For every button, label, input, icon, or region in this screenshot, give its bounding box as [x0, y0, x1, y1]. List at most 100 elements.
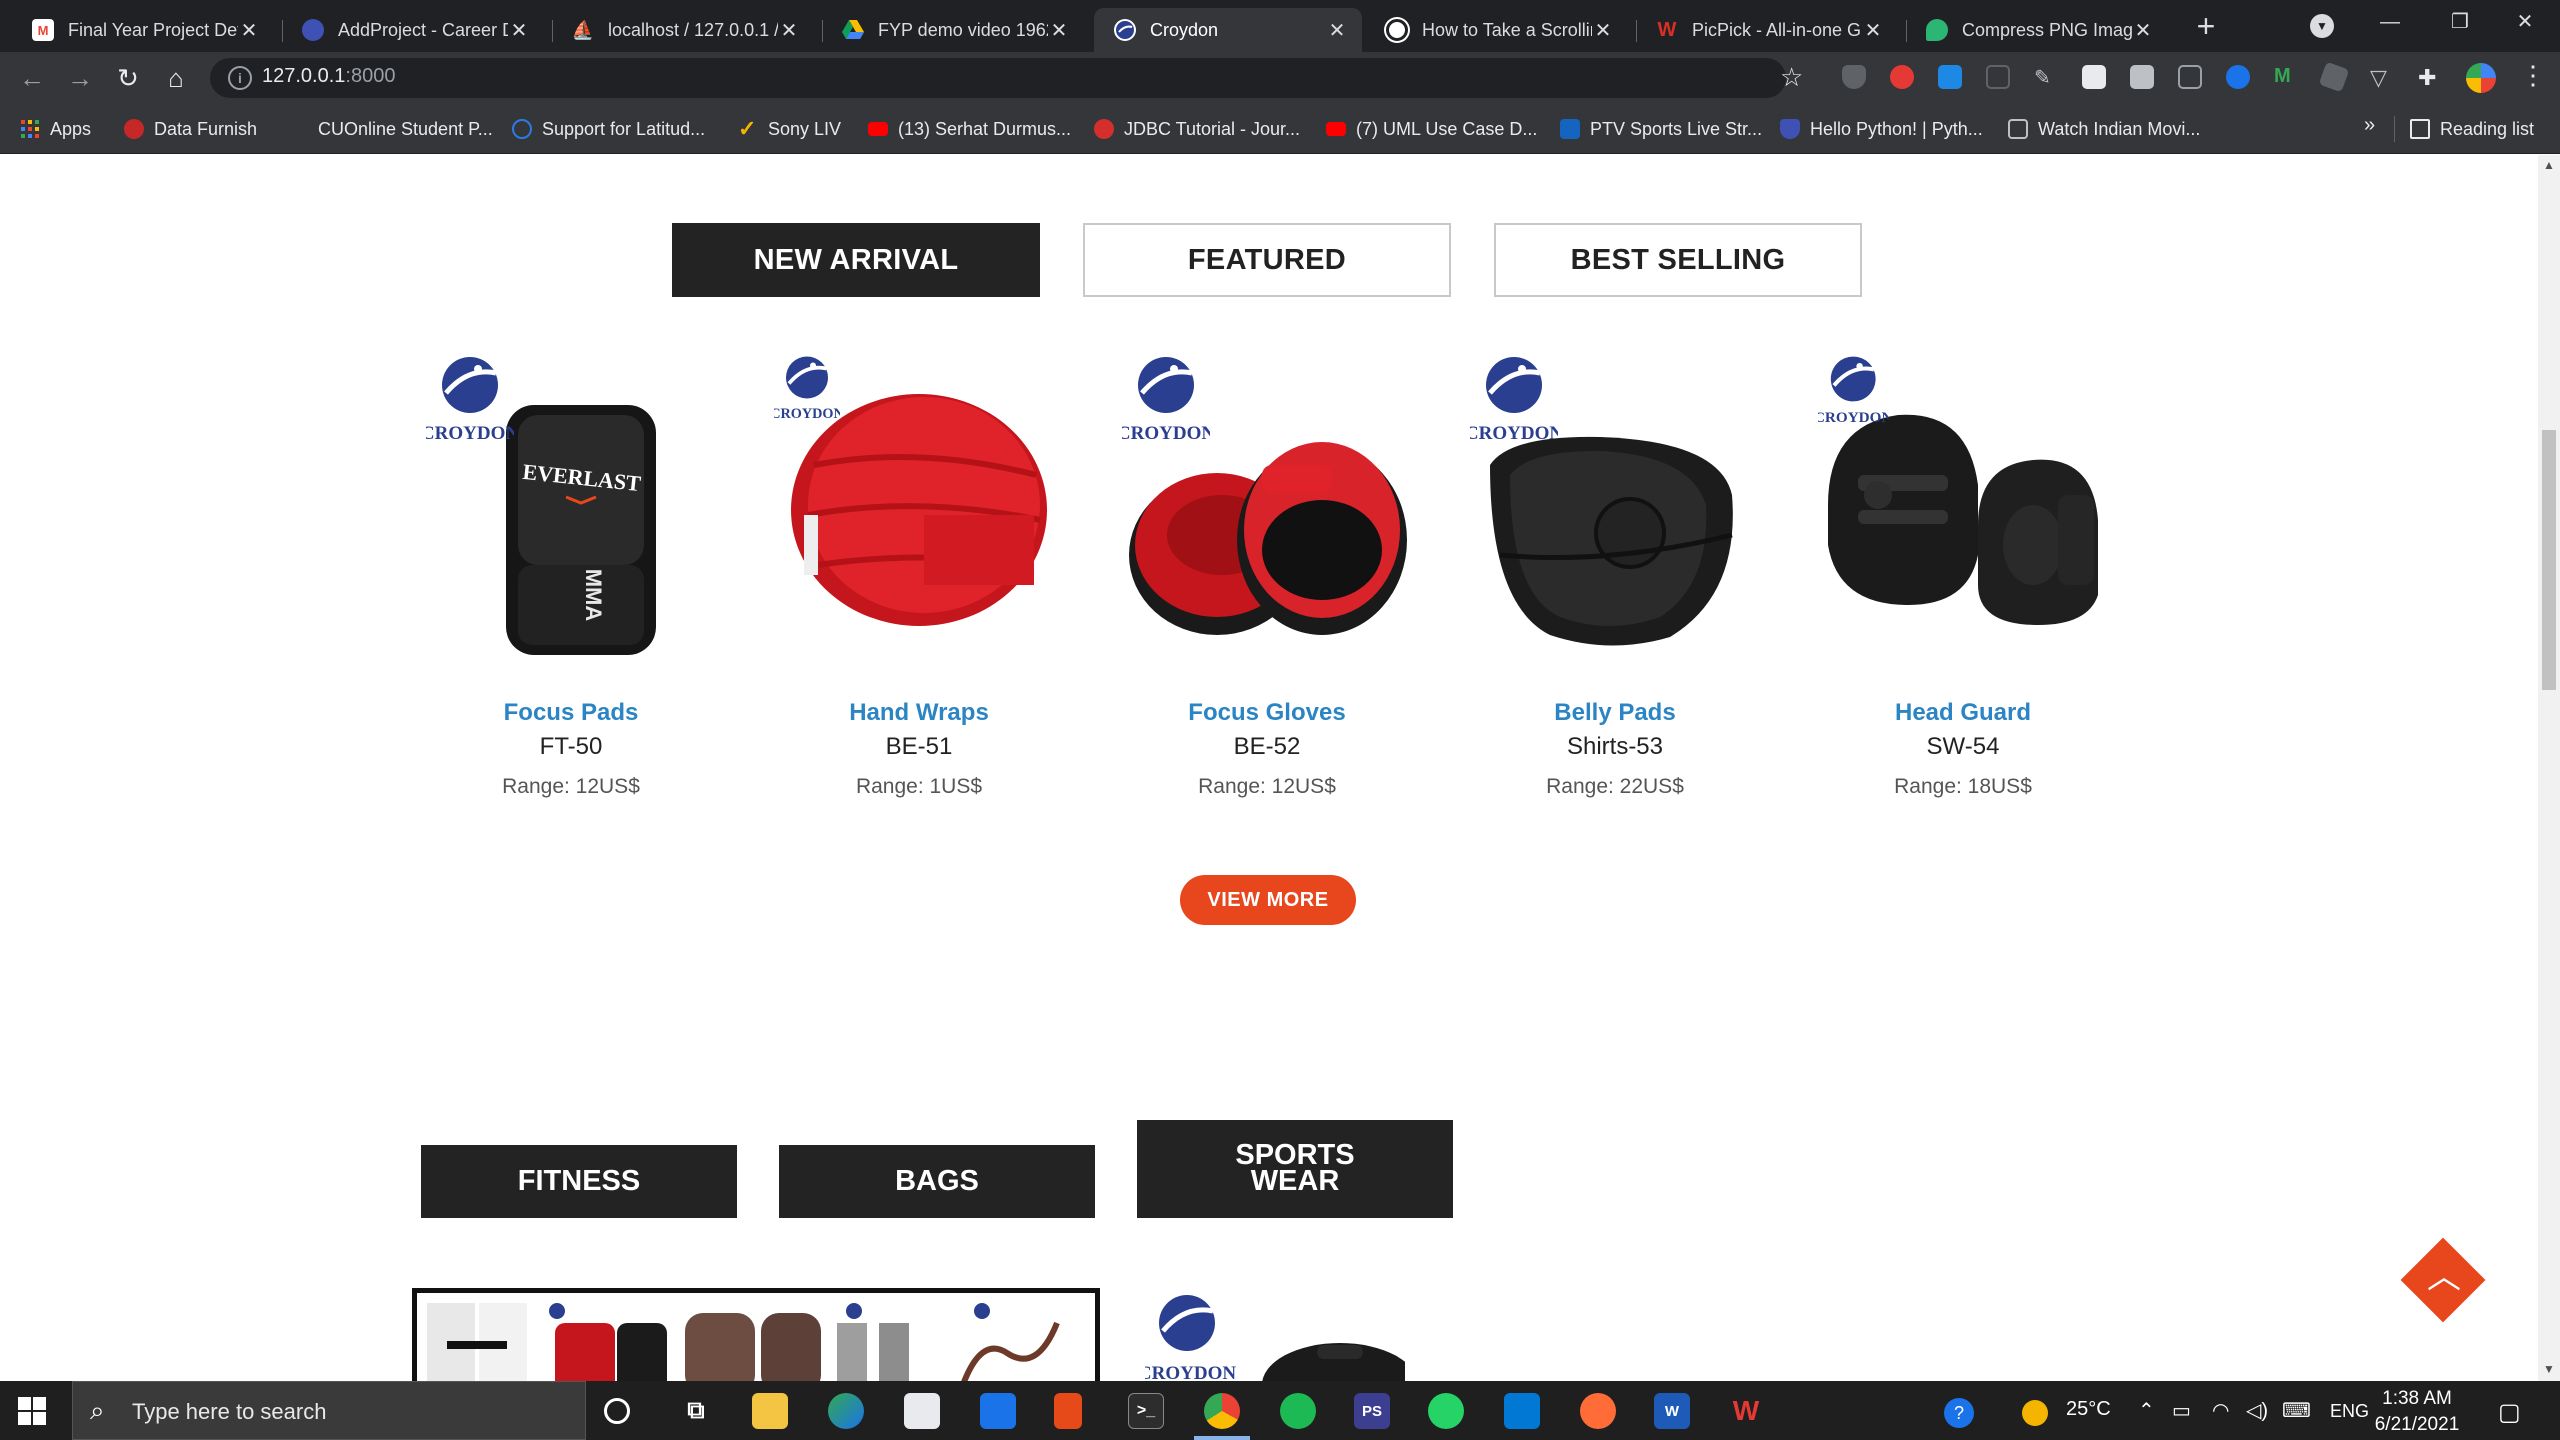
close-tab-icon[interactable]: ✕ [508, 18, 530, 43]
phpstorm-icon[interactable]: PS [1354, 1393, 1390, 1429]
bookmark-item[interactable]: Support for Latitud... [512, 115, 705, 143]
windows-start-icon[interactable] [18, 1397, 46, 1425]
browser-tab[interactable]: How to Take a Scrollin ✕ [1366, 8, 1628, 52]
reload-icon[interactable]: ↻ [110, 60, 146, 96]
scroll-down-icon[interactable]: ▼ [2542, 1362, 2556, 1378]
scrollbar-thumb[interactable] [2542, 430, 2556, 690]
browser-tab[interactable]: W PicPick - All-in-one Gr ✕ [1636, 8, 1898, 52]
back-arrow-icon[interactable]: ← [14, 60, 50, 96]
address-bar-url[interactable]: 127.0.0.1:8000 [262, 65, 395, 88]
weather-icon[interactable] [2022, 1400, 2048, 1426]
bags-product-preview[interactable]: CROYDON [1138, 1285, 1418, 1381]
tab-featured[interactable]: FEATURED [1083, 223, 1451, 297]
restore-icon[interactable]: ❐ [2425, 0, 2495, 44]
category-fitness-button[interactable]: FITNESS [421, 1145, 737, 1218]
notification-icon[interactable]: ▢ [2498, 1398, 2521, 1427]
bookmark-item[interactable]: Apps [20, 115, 91, 143]
v-extension-icon[interactable]: ▽ [2370, 65, 2394, 90]
close-window-icon[interactable]: ✕ [2490, 0, 2560, 44]
reading-list-button[interactable]: Reading list [2410, 115, 2534, 143]
bookmark-item[interactable]: CUOnline Student P... [288, 115, 493, 143]
minimize-icon[interactable]: — [2355, 0, 2425, 44]
tab-search-icon[interactable]: ▼ [2310, 14, 2334, 38]
product-card[interactable]: CROYDON Focus Gloves BE-52 Range: 12US$ [1117, 355, 1412, 798]
word-icon[interactable]: W [1654, 1393, 1690, 1429]
category-sports-wear-button[interactable]: SPORTS WEAR [1137, 1120, 1453, 1218]
tab-best-selling[interactable]: BEST SELLING [1494, 223, 1862, 297]
office-icon[interactable] [1054, 1393, 1082, 1429]
keyboard-icon[interactable]: ⌨ [2282, 1398, 2311, 1423]
site-info-icon[interactable]: i [228, 66, 252, 90]
battery-icon[interactable]: ▭ [2172, 1398, 2191, 1423]
close-tab-icon[interactable]: ✕ [238, 18, 260, 43]
bookmark-item[interactable]: Data Furnish [124, 115, 257, 143]
s2-extension-icon[interactable] [2178, 65, 2202, 89]
whatsapp-icon[interactable] [1428, 1393, 1464, 1429]
product-name[interactable]: Head Guard [1818, 699, 2108, 727]
browser-tab[interactable]: Compress PNG Image ✕ [1906, 8, 2168, 52]
taskbar-clock[interactable]: 1:38 AM 6/21/2021 [2362, 1386, 2472, 1438]
profile-avatar[interactable] [2466, 63, 2496, 93]
picpick-icon[interactable]: W [1728, 1393, 1764, 1429]
adblock-extension-icon[interactable] [1890, 65, 1914, 89]
mail-icon[interactable] [980, 1393, 1016, 1429]
product-name[interactable]: Hand Wraps [774, 699, 1064, 727]
puzzle-extensions-icon[interactable]: ✚ [2418, 65, 2442, 90]
forward-arrow-icon[interactable]: → [62, 60, 98, 96]
chrome-icon[interactable] [1204, 1393, 1240, 1429]
bookmark-item[interactable]: Watch Indian Movi... [2008, 115, 2200, 143]
fitness-category-banner[interactable] [412, 1288, 1100, 1381]
scroll-up-icon[interactable]: ▲ [2542, 158, 2556, 174]
terminal-icon[interactable]: >_ [1128, 1393, 1164, 1429]
browser-tab-active[interactable]: Croydon ✕ [1094, 8, 1362, 52]
cortana-icon[interactable] [604, 1398, 630, 1424]
view-more-button[interactable]: VIEW MORE [1180, 875, 1356, 925]
browser-tab[interactable]: FYP demo video 1962 ✕ [822, 8, 1084, 52]
close-tab-icon[interactable]: ✕ [1326, 18, 1348, 43]
browser-tab[interactable]: ⛵ localhost / 127.0.0.1 / ✕ [552, 8, 814, 52]
shield-extension-icon[interactable] [1842, 65, 1866, 89]
close-tab-icon[interactable]: ✕ [1048, 18, 1070, 43]
volume-icon[interactable]: ◁) [2246, 1398, 2268, 1423]
weather-temperature[interactable]: 25°C [2066, 1398, 2111, 1421]
tab-new-arrival[interactable]: NEW ARRIVAL [672, 223, 1040, 297]
page-scrollbar[interactable] [2538, 155, 2560, 1381]
home-icon[interactable]: ⌂ [158, 60, 194, 96]
close-tab-icon[interactable]: ✕ [1592, 18, 1614, 43]
bookmark-item[interactable]: (7) UML Use Case D... [1326, 115, 1537, 143]
bookmark-item[interactable]: Hello Python! | Pyth... [1780, 115, 1983, 143]
edge-icon[interactable] [828, 1393, 864, 1429]
close-tab-icon[interactable]: ✕ [778, 18, 800, 43]
bookmark-item[interactable]: ✓ Sony LIV [738, 115, 841, 143]
product-card[interactable]: CROYDON Head Guard SW-54 Range: 18US$ [1814, 355, 2108, 798]
cast-extension-icon[interactable] [1938, 65, 1962, 89]
product-card[interactable]: CROYDON Hand Wraps BE-51 Range: 1US$ [770, 355, 1064, 798]
bookmarks-overflow-chevron[interactable]: » [2364, 114, 2375, 137]
bookmark-star-icon[interactable]: ☆ [1780, 62, 1803, 93]
product-name[interactable]: Belly Pads [1470, 699, 1760, 727]
grid-extension-icon[interactable] [2130, 65, 2154, 89]
product-name[interactable]: Focus Pads [426, 699, 716, 727]
spotify-icon[interactable] [1280, 1393, 1316, 1429]
new-tab-button[interactable]: + [2188, 8, 2224, 44]
postman-icon[interactable] [1580, 1393, 1616, 1429]
taskbar-search-placeholder[interactable]: Type here to search [132, 1399, 326, 1425]
browser-tab[interactable]: AddProject - Career D ✕ [282, 8, 544, 52]
s-extension-icon[interactable] [2082, 65, 2106, 89]
product-card[interactable]: CROYDON Belly Pads Shirts-53 Range: 22US… [1465, 355, 1760, 798]
browser-tab[interactable]: M Final Year Project Det ✕ [12, 8, 274, 52]
address-bar[interactable] [210, 58, 1786, 98]
task-view-icon[interactable]: ⧉ [678, 1393, 714, 1429]
product-name[interactable]: Focus Gloves [1122, 699, 1412, 727]
bookmark-item[interactable]: PTV Sports Live Str... [1560, 115, 1762, 143]
store-icon[interactable] [904, 1393, 940, 1429]
category-bags-button[interactable]: BAGS [779, 1145, 1095, 1218]
product-card[interactable]: EVERLAST MMA CROYDON Focus Pads FT-50 Ra… [421, 355, 716, 798]
close-tab-icon[interactable]: ✕ [1862, 18, 1884, 43]
bookmark-item[interactable]: (13) Serhat Durmus... [868, 115, 1071, 143]
file-explorer-icon[interactable] [752, 1393, 788, 1429]
vscode-icon[interactable] [1504, 1393, 1540, 1429]
extension-icon[interactable] [1986, 65, 2010, 89]
close-tab-icon[interactable]: ✕ [2132, 18, 2154, 43]
network-icon[interactable]: ◠ [2212, 1398, 2229, 1423]
